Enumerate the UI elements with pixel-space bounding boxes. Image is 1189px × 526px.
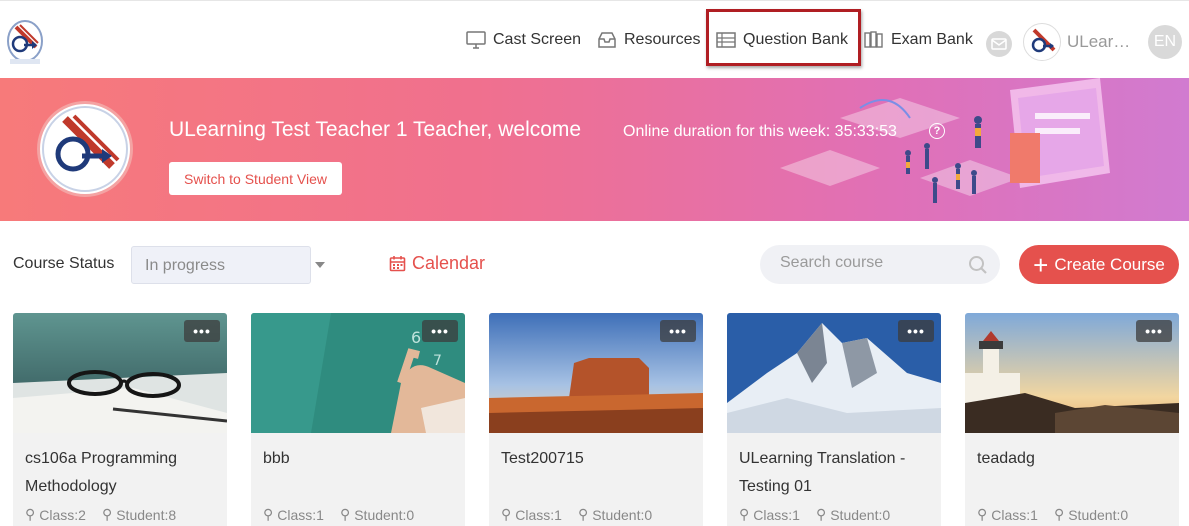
exam-bank-icon bbox=[864, 31, 883, 48]
switch-to-student-view-button[interactable]: Switch to Student View bbox=[169, 162, 342, 195]
class-count: Class:1 bbox=[991, 506, 1038, 523]
svg-text:7: 7 bbox=[433, 353, 442, 369]
welcome-text: ULearning Test Teacher 1 Teacher, welcom… bbox=[169, 118, 582, 141]
create-course-label: Create Course bbox=[1054, 254, 1165, 274]
welcome-banner: ULearning Test Teacher 1 Teacher, welcom… bbox=[0, 78, 1189, 221]
nav-exam-bank[interactable]: Exam Bank bbox=[863, 30, 973, 50]
nav-cast-screen-label: Cast Screen bbox=[493, 31, 582, 48]
course-title[interactable]: bbb bbox=[263, 445, 458, 473]
class-count: Class:1 bbox=[753, 506, 800, 523]
more-options-button[interactable]: ••• bbox=[1136, 320, 1172, 342]
student-count: Student:0 bbox=[354, 506, 415, 523]
course-meta: ⚲ Class:1 ⚲ Student:0 bbox=[977, 506, 1128, 523]
course-meta: ⚲ Class:1 ⚲ Student:0 bbox=[263, 506, 414, 523]
nav-resources[interactable]: Resources bbox=[596, 30, 700, 50]
inbox-icon bbox=[598, 32, 616, 48]
mail-icon bbox=[991, 38, 1007, 50]
nav-exam-bank-label: Exam Bank bbox=[891, 31, 973, 48]
chevron-down-icon[interactable] bbox=[315, 262, 325, 268]
badge-icon: ⚲ bbox=[577, 506, 589, 522]
badge-icon: ⚲ bbox=[263, 506, 274, 522]
course-title[interactable]: ULearning Translation - Testing 01 bbox=[739, 445, 934, 501]
badge-icon: ⚲ bbox=[1053, 506, 1065, 522]
badge-icon: ⚲ bbox=[739, 506, 750, 522]
student-count: Student:8 bbox=[116, 506, 177, 523]
class-count: Class:2 bbox=[39, 506, 86, 523]
student-count: Student:0 bbox=[1068, 506, 1129, 523]
create-course-button[interactable]: + Create Course bbox=[1019, 245, 1179, 284]
student-count: Student:0 bbox=[830, 506, 891, 523]
mail-button[interactable] bbox=[986, 31, 1012, 57]
search-icon[interactable] bbox=[968, 255, 988, 275]
student-count: Student:0 bbox=[592, 506, 653, 523]
course-card[interactable]: ••• teadadg ⚲ Class:1 ⚲ Student:0 bbox=[965, 313, 1179, 526]
more-options-button[interactable]: ••• bbox=[422, 320, 458, 342]
search-box bbox=[760, 245, 1000, 284]
nav-cast-screen[interactable]: Cast Screen bbox=[465, 30, 581, 50]
monitor-icon bbox=[466, 31, 486, 49]
course-card[interactable]: ••• cs106a Programming Methodology ⚲ Clas… bbox=[13, 313, 227, 526]
badge-icon: ⚲ bbox=[339, 506, 351, 522]
search-input[interactable] bbox=[780, 254, 960, 272]
user-name[interactable]: ULear… bbox=[1067, 32, 1130, 52]
user-avatar[interactable] bbox=[1023, 23, 1061, 61]
course-meta: ⚲ Class:1 ⚲ Student:0 bbox=[739, 506, 890, 523]
nav-resources-label: Resources bbox=[624, 31, 701, 48]
calendar-icon bbox=[389, 256, 406, 272]
course-title[interactable]: Test200715 bbox=[501, 445, 696, 473]
badge-icon: ⚲ bbox=[815, 506, 827, 522]
calendar-link[interactable]: Calendar bbox=[389, 253, 485, 274]
calendar-label: Calendar bbox=[412, 253, 486, 273]
course-title[interactable]: teadadg bbox=[977, 445, 1172, 473]
top-header: Cast Screen Resources Question Bank Exam… bbox=[0, 0, 1189, 78]
university-logo[interactable] bbox=[6, 17, 44, 67]
badge-icon: ⚲ bbox=[501, 506, 512, 522]
course-status-label: Course Status bbox=[13, 255, 115, 272]
course-title[interactable]: cs106a Programming Methodology bbox=[25, 445, 220, 501]
badge-icon: ⚲ bbox=[101, 506, 113, 522]
more-options-button[interactable]: ••• bbox=[184, 320, 220, 342]
teacher-avatar bbox=[37, 101, 133, 197]
more-options-button[interactable]: ••• bbox=[660, 320, 696, 342]
more-options-button[interactable]: ••• bbox=[898, 320, 934, 342]
language-toggle[interactable]: EN bbox=[1148, 25, 1182, 59]
course-card[interactable]: 6 7 ••• bbb ⚲ Class:1 ⚲ Student:0 bbox=[251, 313, 465, 526]
svg-text:6: 6 bbox=[411, 328, 421, 347]
course-status-select[interactable]: In progress bbox=[131, 246, 311, 284]
question-bank-highlight bbox=[706, 9, 861, 66]
course-card[interactable]: ••• ULearning Translation - Testing 01 ⚲… bbox=[727, 313, 941, 526]
class-count: Class:1 bbox=[515, 506, 562, 523]
class-count: Class:1 bbox=[277, 506, 324, 523]
course-meta: ⚲ Class:2 ⚲ Student:8 bbox=[25, 506, 176, 523]
badge-icon: ⚲ bbox=[25, 506, 36, 522]
banner-illustration-icon bbox=[780, 78, 1110, 203]
badge-icon: ⚲ bbox=[977, 506, 988, 522]
plus-icon: + bbox=[1033, 249, 1049, 280]
course-card[interactable]: ••• Test200715 ⚲ Class:1 ⚲ Student:0 bbox=[489, 313, 703, 526]
course-meta: ⚲ Class:1 ⚲ Student:0 bbox=[501, 506, 652, 523]
